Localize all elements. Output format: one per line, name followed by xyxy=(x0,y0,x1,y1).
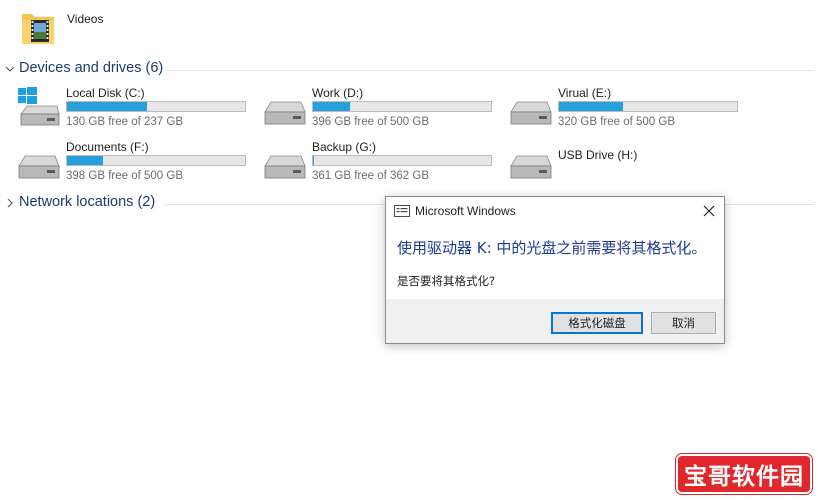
drive-name: Documents (F:) xyxy=(66,140,149,154)
drive-usage-fill xyxy=(559,102,624,111)
hard-drive-icon xyxy=(264,155,306,179)
drive-name: Backup (G:) xyxy=(312,140,377,154)
drive-d[interactable]: Work (D:) 396 GB free of 500 GB xyxy=(263,86,503,132)
drive-free-space: 396 GB free of 500 GB xyxy=(312,116,429,128)
windows-drive-icon xyxy=(18,87,60,126)
drive-g[interactable]: Backup (G:) 361 GB free of 362 GB xyxy=(263,140,503,186)
drive-free-space: 398 GB free of 500 GB xyxy=(66,170,183,182)
drive-usage-fill xyxy=(67,102,148,111)
devices-group-header[interactable]: Devices and drives (6) xyxy=(4,60,814,80)
hard-drive-icon xyxy=(264,101,306,125)
drive-name: Local Disk (C:) xyxy=(66,86,145,100)
folder-label: Videos xyxy=(67,12,104,26)
window-app-icon xyxy=(394,205,410,217)
drive-usage-bar xyxy=(312,155,492,166)
close-icon xyxy=(703,205,715,217)
close-button[interactable] xyxy=(694,197,724,225)
usb-drive-icon xyxy=(510,155,552,179)
drive-usage-bar xyxy=(66,101,246,112)
drive-usage-fill xyxy=(67,156,103,165)
drive-free-space: 361 GB free of 362 GB xyxy=(312,170,429,182)
drive-usage-bar xyxy=(558,101,738,112)
dialog-title: Microsoft Windows xyxy=(415,204,516,218)
drive-free-space: 320 GB free of 500 GB xyxy=(558,116,675,128)
drive-name: Work (D:) xyxy=(312,86,364,100)
chevron-down-icon[interactable] xyxy=(4,62,16,76)
group-title: Devices and drives (6) xyxy=(19,60,164,76)
drive-h[interactable]: USB Drive (H:) xyxy=(509,140,749,186)
drive-c[interactable]: Local Disk (C:) 130 GB free of 237 GB xyxy=(17,86,257,132)
group-title: Network locations (2) xyxy=(19,194,156,210)
chevron-right-icon[interactable] xyxy=(4,196,16,210)
format-disk-button[interactable]: 格式化磁盘 xyxy=(551,312,643,334)
format-disk-dialog: Microsoft Windows 使用驱动器 K: 中的光盘之前需要将其格式化… xyxy=(385,196,725,344)
dialog-footer: 格式化磁盘 取消 xyxy=(386,299,724,343)
drive-name: Virual (E:) xyxy=(558,86,612,100)
videos-folder[interactable]: Videos xyxy=(20,8,120,50)
drive-free-space: 130 GB free of 237 GB xyxy=(66,116,183,128)
group-divider xyxy=(164,70,814,71)
drive-usage-fill xyxy=(313,102,351,111)
drive-name: USB Drive (H:) xyxy=(558,148,638,162)
dialog-message: 使用驱动器 K: 中的光盘之前需要将其格式化。 xyxy=(397,239,707,257)
drive-usage-bar xyxy=(312,101,492,112)
site-watermark-logo: 宝哥软件园 xyxy=(676,454,812,494)
drive-e[interactable]: Virual (E:) 320 GB free of 500 GB xyxy=(509,86,749,132)
drive-usage-bar xyxy=(66,155,246,166)
hard-drive-icon xyxy=(510,101,552,125)
hard-drive-icon xyxy=(18,155,60,179)
drive-usage-fill xyxy=(313,156,314,165)
drive-f[interactable]: Documents (F:) 398 GB free of 500 GB xyxy=(17,140,257,186)
dialog-titlebar[interactable]: Microsoft Windows xyxy=(386,197,724,225)
cancel-button[interactable]: 取消 xyxy=(651,312,716,334)
video-folder-icon xyxy=(22,14,54,44)
dialog-question: 是否要将其格式化? xyxy=(397,274,496,288)
